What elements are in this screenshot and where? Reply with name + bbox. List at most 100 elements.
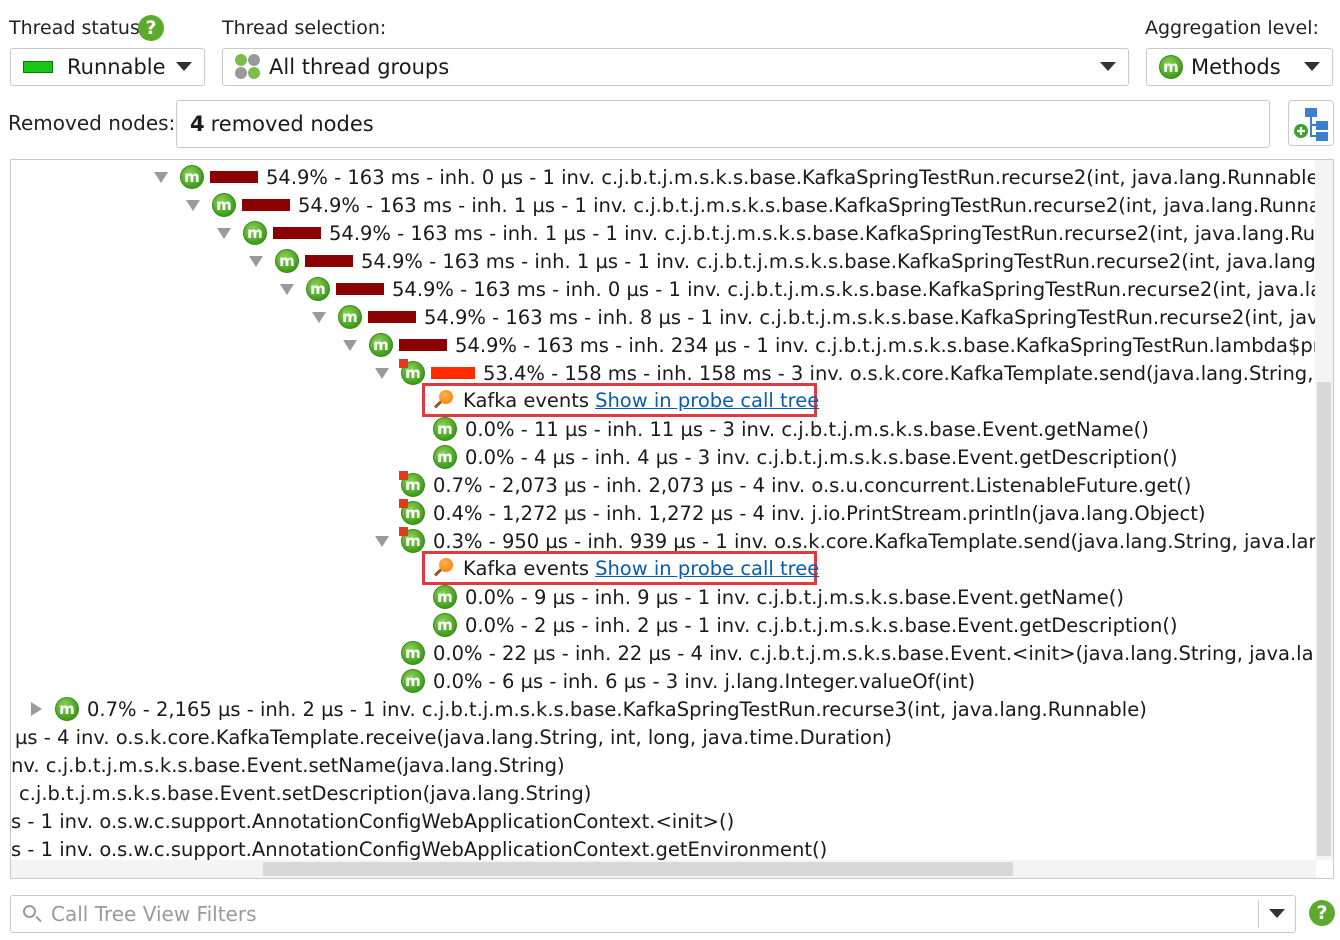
tree-node[interactable]: m 0.0% - 4 µs - inh. 4 µs - 3 inv. c.j.b… bbox=[433, 443, 1178, 471]
tree-node[interactable]: m 0.0% - 6 µs - inh. 6 µs - 3 inv. j.lan… bbox=[401, 667, 975, 695]
removed-nodes-count: 4 bbox=[190, 112, 205, 136]
tree-node[interactable]: m 54.9% - 163 ms - inh. 1 µs - 1 inv. c.… bbox=[244, 247, 1316, 275]
method-icon: m bbox=[399, 359, 425, 385]
tree-node[interactable]: nv. c.j.b.t.j.m.s.k.s.base.Event.setName… bbox=[11, 751, 565, 779]
filter-placeholder: Call Tree View Filters bbox=[51, 902, 257, 926]
node-text: c.j.b.t.j.m.s.k.s.base.Event.setDescript… bbox=[19, 781, 592, 805]
pin-icon bbox=[433, 558, 453, 578]
node-text: s - 1 inv. o.s.w.c.support.AnnotationCon… bbox=[11, 809, 735, 833]
time-bar bbox=[273, 227, 321, 239]
tree-node[interactable]: m 0.0% - 9 µs - inh. 9 µs - 1 inv. c.j.b… bbox=[433, 583, 1124, 611]
search-icon bbox=[21, 903, 45, 925]
aggregation-level-label: Aggregation level: bbox=[1145, 17, 1319, 39]
probe-events-row: Kafka events Show in probe call tree bbox=[422, 383, 819, 417]
horizontal-scrollbar[interactable] bbox=[11, 860, 1316, 878]
method-icon: m bbox=[275, 249, 299, 273]
thread-status-value: Runnable bbox=[67, 55, 166, 79]
node-text: 54.9% - 163 ms - inh. 8 µs - 1 inv. c.j.… bbox=[424, 305, 1316, 329]
method-icon: m bbox=[306, 277, 330, 301]
method-icon: m bbox=[55, 697, 79, 721]
method-icon: m bbox=[338, 305, 362, 329]
tree-node[interactable]: m 54.9% - 163 ms - inh. 1 µs - 1 inv. c.… bbox=[181, 191, 1316, 219]
collapse-toggle-icon[interactable] bbox=[370, 367, 394, 379]
call-tree-view-filter[interactable]: Call Tree View Filters bbox=[10, 895, 1296, 933]
tree-node[interactable]: c.j.b.t.j.m.s.k.s.base.Event.setDescript… bbox=[19, 779, 591, 807]
method-icon: m bbox=[369, 333, 393, 357]
method-icon: m bbox=[433, 585, 457, 609]
time-bar bbox=[242, 199, 290, 211]
node-text: 54.9% - 163 ms - inh. 0 µs - 1 inv. c.j.… bbox=[266, 165, 1316, 189]
method-icon: m bbox=[1159, 55, 1183, 79]
thread-status-select[interactable]: Runnable bbox=[10, 48, 205, 86]
show-in-probe-call-tree-link[interactable]: Show in probe call tree bbox=[595, 389, 819, 412]
collapse-toggle-icon[interactable] bbox=[212, 227, 236, 239]
vertical-scrollbar[interactable] bbox=[1315, 160, 1333, 860]
horizontal-scroll-thumb[interactable] bbox=[263, 862, 1013, 876]
call-tree-panel[interactable]: m 54.9% - 163 ms - inh. 0 µs - 1 inv. c.… bbox=[10, 159, 1334, 879]
time-bar bbox=[210, 171, 258, 183]
method-icon: m bbox=[399, 527, 425, 553]
tree-node[interactable]: m 54.9% - 163 ms - inh. 234 µs - 1 inv. … bbox=[338, 331, 1316, 359]
thread-groups-icon bbox=[235, 54, 261, 80]
filter-help-icon[interactable]: ? bbox=[1309, 900, 1335, 926]
tree-node[interactable]: m 0.0% - 11 µs - inh. 11 µs - 3 inv. c.j… bbox=[433, 415, 1149, 443]
node-text: µs - 4 inv. o.s.k.core.KafkaTemplate.rec… bbox=[15, 725, 892, 749]
tree-node[interactable]: µs - 4 inv. o.s.k.core.KafkaTemplate.rec… bbox=[15, 723, 892, 751]
collapse-toggle-icon[interactable] bbox=[275, 283, 299, 295]
collapse-toggle-icon[interactable] bbox=[307, 311, 331, 323]
tree-node[interactable]: m 54.9% - 163 ms - inh. 0 µs - 1 inv. c.… bbox=[149, 163, 1316, 191]
vertical-scroll-thumb[interactable] bbox=[1317, 382, 1331, 856]
collapse-toggle-icon[interactable] bbox=[338, 339, 362, 351]
tree-node[interactable]: m 0.7% - 2,073 µs - inh. 2,073 µs - 4 in… bbox=[399, 471, 1191, 499]
tree-add-icon bbox=[1294, 108, 1328, 141]
probe-label: Kafka events bbox=[463, 388, 590, 412]
node-text: 0.0% - 22 µs - inh. 22 µs - 4 inv. c.j.b… bbox=[433, 641, 1316, 665]
tree-node[interactable]: m 0.0% - 2 µs - inh. 2 µs - 1 inv. c.j.b… bbox=[433, 611, 1178, 639]
filter-divider bbox=[1258, 900, 1259, 928]
show-in-probe-call-tree-link[interactable]: Show in probe call tree bbox=[595, 557, 819, 580]
removed-nodes-field[interactable]: 4 removed nodes bbox=[176, 100, 1270, 148]
time-bar bbox=[336, 283, 384, 295]
tree-node[interactable]: m 0.0% - 22 µs - inh. 22 µs - 4 inv. c.j… bbox=[401, 639, 1316, 667]
method-icon: m bbox=[243, 221, 267, 245]
node-text: 0.4% - 1,272 µs - inh. 1,272 µs - 4 inv.… bbox=[433, 501, 1206, 525]
expand-toggle-icon[interactable] bbox=[24, 702, 48, 716]
aggregation-level-select[interactable]: m Methods bbox=[1146, 48, 1333, 86]
tree-node[interactable]: m 0.4% - 1,272 µs - inh. 1,272 µs - 4 in… bbox=[399, 499, 1206, 527]
tree-node[interactable]: s - 1 inv. o.s.w.c.support.AnnotationCon… bbox=[11, 807, 734, 835]
tree-node[interactable]: m 54.9% - 163 ms - inh. 0 µs - 1 inv. c.… bbox=[275, 275, 1316, 303]
node-text: 0.0% - 11 µs - inh. 11 µs - 3 inv. c.j.b… bbox=[465, 417, 1149, 441]
node-text: 53.4% - 158 ms - inh. 158 ms - 3 inv. o.… bbox=[483, 361, 1316, 385]
tree-node[interactable]: m 54.9% - 163 ms - inh. 1 µs - 1 inv. c.… bbox=[212, 219, 1316, 247]
time-bar bbox=[431, 367, 475, 379]
node-text: 54.9% - 163 ms - inh. 1 µs - 1 inv. c.j.… bbox=[329, 221, 1316, 245]
collapse-toggle-icon[interactable] bbox=[181, 199, 205, 211]
tree-node[interactable]: m 0.7% - 2,165 µs - inh. 2 µs - 1 inv. c… bbox=[24, 695, 1147, 723]
time-bar bbox=[368, 311, 416, 323]
thread-selection-select[interactable]: All thread groups bbox=[222, 48, 1129, 86]
call-tree[interactable]: m 54.9% - 163 ms - inh. 0 µs - 1 inv. c.… bbox=[11, 160, 1316, 860]
thread-status-label: Thread status: bbox=[9, 17, 147, 39]
removed-nodes-text: removed nodes bbox=[210, 112, 374, 136]
runnable-status-icon bbox=[23, 61, 53, 73]
collapse-toggle-icon[interactable] bbox=[244, 255, 268, 267]
edit-removed-nodes-button[interactable] bbox=[1288, 100, 1334, 146]
node-text: 0.0% - 9 µs - inh. 9 µs - 1 inv. c.j.b.t… bbox=[465, 585, 1125, 609]
tree-node[interactable]: m 54.9% - 163 ms - inh. 8 µs - 1 inv. c.… bbox=[307, 303, 1316, 331]
collapse-toggle-icon[interactable] bbox=[370, 535, 394, 547]
pin-icon bbox=[433, 390, 453, 410]
method-icon: m bbox=[212, 193, 236, 217]
collapse-toggle-icon[interactable] bbox=[149, 171, 173, 183]
tree-node[interactable]: s - 1 inv. o.s.w.c.support.AnnotationCon… bbox=[11, 835, 828, 861]
node-text: 0.0% - 6 µs - inh. 6 µs - 3 inv. j.lang.… bbox=[433, 669, 976, 693]
node-text: 0.0% - 4 µs - inh. 4 µs - 3 inv. c.j.b.t… bbox=[465, 445, 1178, 469]
node-text: 54.9% - 163 ms - inh. 234 µs - 1 inv. c.… bbox=[455, 333, 1316, 357]
method-icon: m bbox=[399, 471, 425, 497]
time-bar bbox=[305, 255, 353, 267]
node-text: s - 1 inv. o.s.w.c.support.AnnotationCon… bbox=[11, 837, 828, 861]
node-text: 54.9% - 163 ms - inh. 0 µs - 1 inv. c.j.… bbox=[392, 277, 1316, 301]
chevron-down-icon[interactable] bbox=[1269, 909, 1285, 918]
thread-status-help-icon[interactable]: ? bbox=[138, 15, 164, 41]
method-icon: m bbox=[433, 445, 457, 469]
node-text: 0.7% - 2,165 µs - inh. 2 µs - 1 inv. c.j… bbox=[87, 697, 1147, 721]
